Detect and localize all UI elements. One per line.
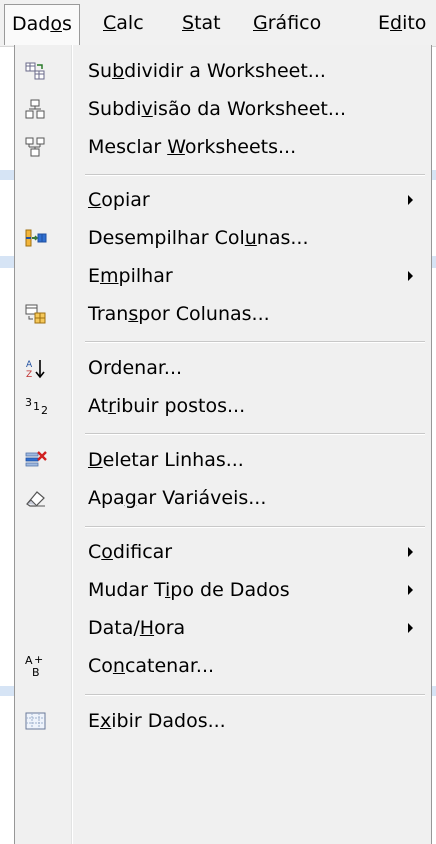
menu-item-label: Exibir Dados... <box>88 710 226 732</box>
menu-item-empilhar[interactable]: Empilhar <box>15 257 431 295</box>
svg-text:+: + <box>34 653 43 666</box>
svg-text:3: 3 <box>25 396 32 409</box>
menu-accesskey: C <box>103 12 117 34</box>
menu-label: ito <box>402 12 427 34</box>
menu-separator <box>85 433 425 435</box>
menu-item-atribuir-postos[interactable]: 3 1 2 Atribuir postos... <box>15 387 431 425</box>
menu-item-subdividir-worksheet[interactable]: Subdividir a Worksheet... <box>15 52 431 90</box>
background-strip <box>0 686 14 696</box>
menu-separator <box>85 174 425 176</box>
menu-item-ordenar[interactable]: A Z Ordenar... <box>15 349 431 387</box>
menu-item-label: Apagar Variáveis... <box>88 487 267 509</box>
menu-stat[interactable]: Stat <box>182 4 221 42</box>
merge-worksheets-icon <box>25 137 45 157</box>
dados-dropdown-menu: Subdividir a Worksheet... Subdivisão da … <box>14 45 432 844</box>
submenu-arrow-icon <box>408 623 413 633</box>
background-strip <box>0 256 14 268</box>
unstack-columns-icon <box>25 228 47 248</box>
menu-dados[interactable]: Dados <box>4 4 80 45</box>
menu-item-label: Subdividir a Worksheet... <box>88 60 326 82</box>
rank-icon: 3 1 2 <box>25 396 48 417</box>
subdivide-worksheet-icon <box>25 61 45 81</box>
menu-item-data-hora[interactable]: Data/Hora <box>15 609 431 647</box>
svg-text:Z: Z <box>26 370 32 380</box>
menu-accesskey: G <box>253 12 268 34</box>
menu-item-label: Desempilhar Colunas... <box>88 227 309 249</box>
menu-label: Dad <box>12 13 51 35</box>
background-strip <box>432 686 436 696</box>
menu-item-label: Data/Hora <box>88 617 186 639</box>
menu-item-mesclar-worksheets[interactable]: Mesclar Worksheets... <box>15 128 431 166</box>
svg-text:A: A <box>26 360 33 370</box>
transpose-columns-icon <box>25 304 46 324</box>
menu-separator <box>85 341 425 343</box>
menu-item-deletar-linhas[interactable]: Deletar Linhas... <box>15 441 431 479</box>
menu-item-desempilhar-colunas[interactable]: Desempilhar Colunas... <box>15 219 431 257</box>
menu-item-label: Ordenar... <box>88 357 183 379</box>
menu-item-codificar[interactable]: Codificar <box>15 533 431 571</box>
subdivision-worksheet-icon <box>25 99 45 119</box>
menu-item-subdivisao-worksheet[interactable]: Subdivisão da Worksheet... <box>15 90 431 128</box>
erase-variables-icon <box>25 488 45 508</box>
menu-item-mudar-tipo-dados[interactable]: Mudar Tipo de Dados <box>15 571 431 609</box>
menu-item-label: Mudar Tipo de Dados <box>88 579 290 601</box>
submenu-arrow-icon <box>408 271 413 281</box>
menu-accesskey: S <box>182 12 195 34</box>
menu-bar: Dados Calc Stat Gráfico Edito <box>0 0 436 47</box>
menu-label: alc <box>116 12 144 34</box>
menu-separator <box>85 694 425 696</box>
menu-label: tat <box>194 12 221 34</box>
concatenate-icon: A + B <box>25 653 45 679</box>
menu-item-label: Deletar Linhas... <box>88 449 244 471</box>
sort-az-icon: A Z <box>25 358 45 380</box>
svg-text:B: B <box>32 666 40 679</box>
svg-text:2: 2 <box>41 404 48 417</box>
menu-item-label: Subdivisão da Worksheet... <box>88 98 346 120</box>
menu-label: ráfico <box>267 12 322 34</box>
menu-accesskey: d <box>390 12 403 34</box>
display-data-icon <box>25 711 46 731</box>
menu-accesskey: o <box>50 13 62 35</box>
menu-separator <box>85 526 425 528</box>
background-strip <box>432 170 436 180</box>
menu-label: E <box>378 12 391 34</box>
submenu-arrow-icon <box>408 195 413 205</box>
menu-editor[interactable]: Edito <box>378 4 426 42</box>
background-strip <box>432 256 436 268</box>
menu-calc[interactable]: Calc <box>103 4 144 42</box>
menu-item-transpor-colunas[interactable]: Transpor Colunas... <box>15 295 431 333</box>
menu-item-label: Empilhar <box>88 265 173 287</box>
menu-item-label: Codificar <box>88 541 173 563</box>
menu-item-copiar[interactable]: Copiar <box>15 181 431 219</box>
submenu-arrow-icon <box>408 585 413 595</box>
menu-grafico[interactable]: Gráfico <box>253 4 321 42</box>
background-strip <box>0 170 14 180</box>
menu-item-exibir-dados[interactable]: Exibir Dados... <box>15 702 431 740</box>
svg-text:1: 1 <box>33 400 40 413</box>
menu-item-concatenar[interactable]: A + B Concatenar... <box>15 647 431 685</box>
menu-item-apagar-variaveis[interactable]: Apagar Variáveis... <box>15 479 431 517</box>
menu-item-label: Mesclar Worksheets... <box>88 136 297 158</box>
menu-label: s <box>61 13 72 35</box>
menu-item-label: Transpor Colunas... <box>88 303 270 325</box>
delete-rows-icon <box>25 450 47 470</box>
submenu-arrow-icon <box>408 547 413 557</box>
menu-item-label: Concatenar... <box>88 655 215 677</box>
menu-item-label: Atribuir postos... <box>88 395 246 417</box>
menu-item-label: Copiar <box>88 189 150 211</box>
